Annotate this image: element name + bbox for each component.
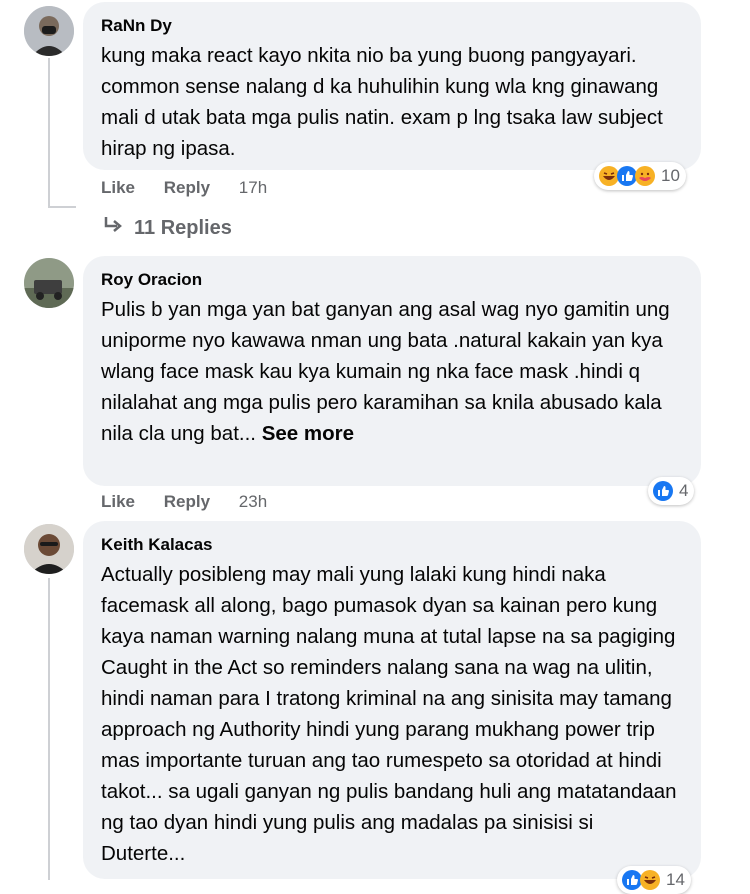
comment-bubble: RaNn Dy kung maka react kayo nkita nio b… [83,2,701,170]
reply-button[interactable]: Reply [164,178,210,198]
comment-timestamp[interactable]: 17h [239,178,267,198]
comment-actions: Like Reply 23h [101,492,291,512]
comment-bubble: Keith Kalacas Actually posibleng may mal… [83,521,701,879]
thread-line [48,58,50,208]
view-replies-link[interactable]: 11 Replies [102,214,232,242]
care-icon [634,165,656,187]
reaction-count: 14 [666,870,685,889]
like-button[interactable]: Like [101,492,135,512]
comment-text: Pulis b yan mga yan bat ganyan ang asal … [101,294,683,449]
avatar[interactable] [24,524,74,574]
like-icon [652,480,674,502]
comment-text: kung maka react kayo nkita nio ba yung b… [101,44,663,160]
comment-timestamp[interactable]: 23h [239,492,267,512]
reaction-summary[interactable]: 14 [617,866,691,894]
reaction-count: 10 [661,166,680,185]
comment-bubble: Roy Oracion Pulis b yan mga yan bat gany… [83,256,701,486]
reply-arrow-icon [102,214,124,242]
comment-actions: Like Reply 17h [101,178,291,198]
reaction-summary[interactable]: 10 [594,162,686,190]
thread-line [48,578,50,880]
avatar[interactable] [24,6,74,56]
reaction-count: 4 [679,481,689,500]
avatar[interactable] [24,258,74,308]
like-button[interactable]: Like [101,178,135,198]
reply-button[interactable]: Reply [164,492,210,512]
comment-author[interactable]: Keith Kalacas [101,535,683,555]
reaction-summary[interactable]: 4 [648,477,695,505]
comment-text: Actually posibleng may mali yung lalaki … [101,563,677,865]
comment-text-body: Pulis b yan mga yan bat ganyan ang asal … [101,298,670,445]
comment-author[interactable]: RaNn Dy [101,16,683,36]
thread-line-elbow [48,206,76,208]
haha-icon [639,869,661,891]
comment-author[interactable]: Roy Oracion [101,270,683,290]
see-more-link[interactable]: See more [262,422,354,445]
replies-count-label[interactable]: 11 Replies [134,217,232,240]
